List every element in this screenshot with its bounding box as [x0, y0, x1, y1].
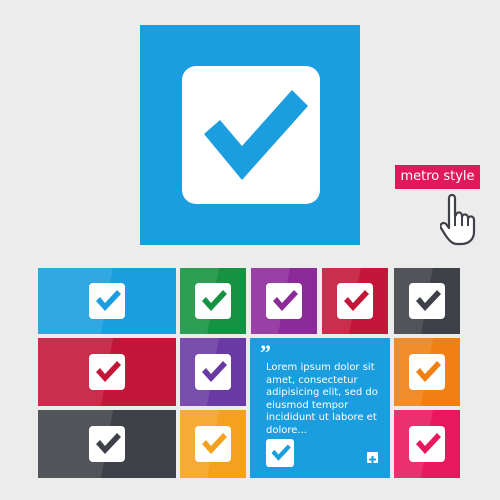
check-tile-blue[interactable]: [38, 268, 176, 334]
text-tile[interactable]: ” Lorem ipsum dolor sit amet, consectetu…: [250, 338, 390, 478]
check-mark-icon: [416, 290, 441, 311]
checkbox-frame: [195, 354, 231, 390]
check-mark-icon: [344, 290, 369, 311]
check-tile-crimson[interactable]: [322, 268, 388, 334]
check-tile-pink[interactable]: [394, 410, 460, 478]
check-tile-dark-gray-wide[interactable]: [38, 410, 176, 478]
check-tile-orange[interactable]: [394, 338, 460, 406]
checkbox-frame: [89, 283, 125, 319]
check-tile-crimson-wide[interactable]: [38, 338, 176, 406]
check-mark-icon: [416, 433, 441, 454]
plus-icon[interactable]: [367, 452, 378, 463]
checkbox-frame: [89, 426, 125, 462]
check-tile-amber[interactable]: [180, 410, 246, 478]
checkbox-frame: [195, 426, 231, 462]
check-mark-icon: [96, 290, 121, 311]
featured-check-tile[interactable]: [140, 25, 360, 245]
checkbox-frame: [409, 283, 445, 319]
check-tile-dark-gray[interactable]: [394, 268, 460, 334]
check-mark-icon: [271, 444, 291, 461]
check-tile-purple[interactable]: [251, 268, 317, 334]
metro-style-badge[interactable]: metro style: [395, 165, 480, 189]
check-mark-icon: [202, 361, 227, 382]
check-mark-icon: [273, 290, 298, 311]
check-tile-violet[interactable]: [180, 338, 246, 406]
check-mark-icon: [204, 90, 308, 180]
hand-pointer-icon: [440, 193, 476, 246]
check-mark-icon: [202, 290, 227, 311]
check-mark-icon: [96, 433, 121, 454]
checkbox-frame: [182, 66, 320, 204]
lorem-text: Lorem ipsum dolor sit amet, consectetur …: [266, 362, 378, 436]
check-mark-icon: [416, 361, 441, 382]
checkbox-frame: [409, 426, 445, 462]
checkbox-frame: [195, 283, 231, 319]
check-mark-icon: [202, 433, 227, 454]
checkbox-frame: [409, 354, 445, 390]
checkbox-frame: [89, 354, 125, 390]
checkbox-frame: [266, 439, 294, 467]
check-tile-green[interactable]: [180, 268, 246, 334]
check-mark-icon: [96, 361, 121, 382]
checkbox-frame: [266, 283, 302, 319]
checkbox-frame: [337, 283, 373, 319]
